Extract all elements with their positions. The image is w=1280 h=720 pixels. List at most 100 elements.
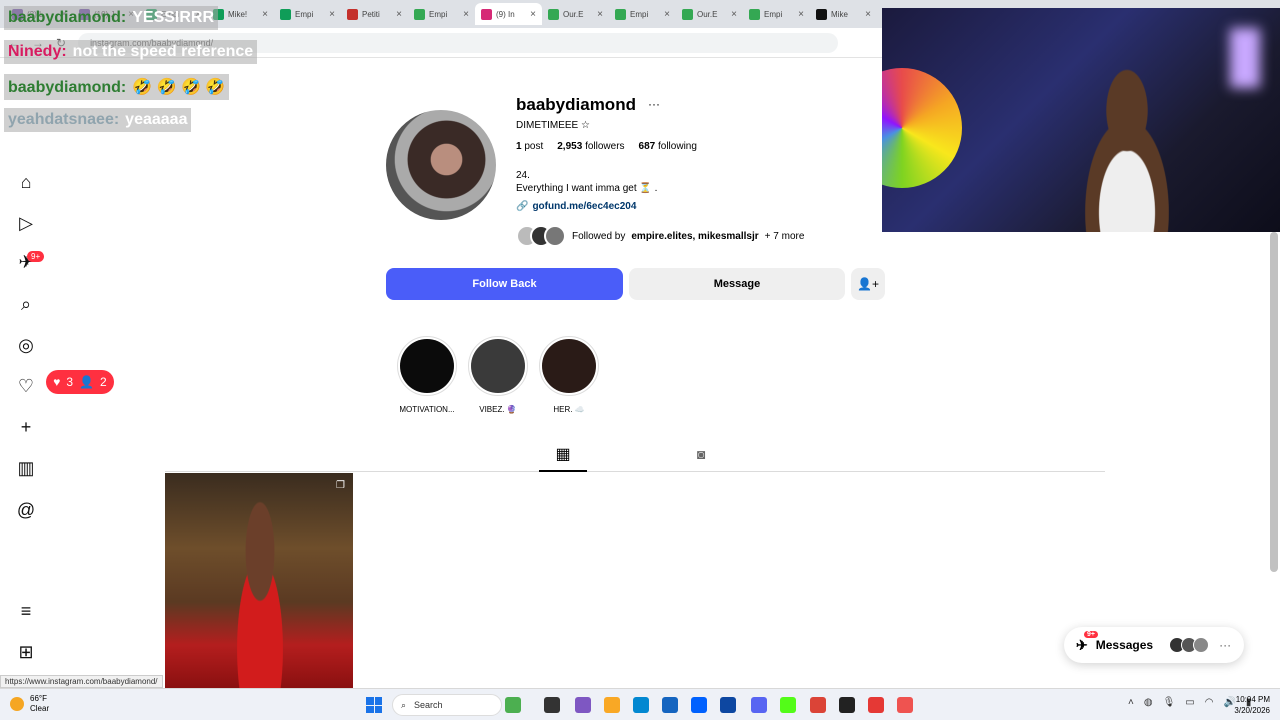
profile-full-name: DIMETIMEEE ☆ — [516, 120, 590, 131]
page-scrollbar[interactable] — [1270, 232, 1278, 572]
message-button[interactable]: Message — [629, 268, 845, 300]
kick-icon[interactable] — [780, 697, 796, 713]
bio-link-text[interactable]: gofund.me/6ec4ec204 — [532, 201, 636, 212]
also-from-meta-icon[interactable]: ⊞ — [14, 640, 38, 664]
activity-pill[interactable]: ♥ 3 👤 2 — [46, 370, 114, 394]
suggested-users-icon[interactable]: 👤+ — [851, 268, 885, 300]
discord-icon[interactable] — [751, 697, 767, 713]
chat-username: baabydiamond: — [8, 9, 127, 26]
close-icon[interactable]: × — [463, 9, 469, 20]
story-highlight[interactable]: HER. ☁️ — [534, 336, 604, 414]
browser-tab[interactable]: Empi × — [609, 3, 676, 25]
network-icon[interactable]: ◍ — [1144, 697, 1153, 708]
followed-by-prefix: Followed by — [572, 230, 626, 242]
tab-title: Petiti — [362, 9, 380, 19]
tab-favicon-icon — [749, 8, 760, 20]
store-icon[interactable] — [662, 697, 678, 713]
messages-label: Messages — [1095, 638, 1154, 652]
close-icon[interactable]: × — [329, 9, 335, 20]
tagged-icon[interactable]: ◙ — [697, 446, 705, 462]
mic-icon[interactable]: 🎙 — [1163, 697, 1176, 708]
post-thumbnail[interactable]: ❐ — [165, 473, 353, 688]
windows-taskbar: 66°F Clear ⌕ Search ˄ ◍ 🎙 ▭ ◠ 🔊 ▮ 10:04 … — [0, 688, 1280, 720]
create-plus-icon[interactable]: + — [14, 415, 38, 439]
stream-chat-overlay: baabydiamond: YESSIRRR Ninedy: not the spee… — [4, 6, 258, 142]
vscode-icon[interactable] — [720, 697, 736, 713]
windows-start-icon[interactable] — [366, 697, 382, 713]
copilot-icon[interactable] — [575, 697, 591, 713]
chat-username: Ninedy: — [8, 43, 67, 60]
chrome-profile-icon[interactable] — [897, 697, 913, 713]
chevron-up-icon[interactable]: ˄ — [1128, 697, 1134, 708]
story-highlight[interactable]: MOTIVATION... — [392, 336, 462, 414]
file-explorer-icon[interactable] — [604, 697, 620, 713]
messages-pill[interactable]: ✈ 9+ Messages ··· — [1064, 627, 1244, 663]
dashboard-icon[interactable]: ▥ — [14, 456, 38, 480]
browser-tab[interactable]: Petiti × — [341, 3, 408, 25]
followers-stat[interactable]: 2,953 followers — [557, 141, 624, 152]
tab-title: Our.E — [697, 9, 718, 19]
follow-back-button[interactable]: Follow Back — [386, 268, 623, 300]
menu-icon[interactable]: ≡ — [14, 599, 38, 623]
options-icon[interactable]: ··· — [648, 97, 660, 111]
tab-favicon-icon — [481, 8, 492, 20]
tab-favicon-icon — [615, 8, 626, 20]
post-image — [220, 493, 300, 688]
reels-icon[interactable]: ▷ — [14, 211, 38, 235]
close-icon[interactable]: × — [396, 9, 402, 20]
bio-link[interactable]: 🔗 gofund.me/6ec4ec204 — [516, 201, 636, 212]
obs-icon[interactable] — [839, 697, 855, 713]
streamer — [1062, 68, 1192, 232]
followed-by[interactable]: Followed by empire.elites, mikesmallsjr … — [516, 225, 804, 247]
browser-tab[interactable]: Mike × — [810, 3, 877, 25]
close-icon[interactable]: × — [262, 9, 268, 20]
edge-icon[interactable] — [633, 697, 649, 713]
close-icon[interactable]: × — [865, 9, 871, 20]
chrome-icon[interactable] — [810, 697, 826, 713]
profile-username: baabydiamond — [516, 95, 636, 114]
profile-avatar[interactable] — [386, 110, 496, 220]
close-icon[interactable]: × — [530, 9, 536, 20]
message-avatars — [1169, 637, 1210, 653]
home-icon[interactable]: ⌂ — [14, 170, 38, 194]
search-icon[interactable]: ⌕ — [14, 292, 38, 316]
tab-title: Empi — [764, 9, 783, 19]
dropbox-icon[interactable] — [691, 697, 707, 713]
close-icon[interactable]: × — [597, 9, 603, 20]
task-view-icon[interactable] — [544, 697, 560, 713]
link-status-bar: https://www.instagram.com/baabydiamond/ — [0, 675, 163, 688]
streamer-webcam — [882, 8, 1280, 232]
posts-stat: 1 post — [516, 141, 544, 152]
browser-tab[interactable]: Our.E × — [676, 3, 743, 25]
explore-icon[interactable]: ◎ — [14, 333, 38, 357]
browser-tab[interactable]: Our.E × — [542, 3, 609, 25]
browser-tab[interactable]: Empi × — [274, 3, 341, 25]
followed-by-more[interactable]: + 7 more — [765, 231, 805, 242]
followed-by-names[interactable]: empire.elites, mikesmallsjr — [631, 231, 758, 242]
following-stat[interactable]: 687 following — [639, 141, 697, 152]
wifi-icon[interactable]: ◠ — [1205, 697, 1214, 708]
clock-time: 10:04 PM — [1235, 695, 1270, 704]
taskbar-clock[interactable]: 10:04 PM 3/20/2026 — [1226, 694, 1270, 716]
browser-tab[interactable]: Empi × — [408, 3, 475, 25]
browser-tab[interactable]: (9) In × — [475, 3, 542, 25]
posts-grid-icon[interactable]: ▦ — [539, 444, 587, 472]
chat-message: yeahdatsnaee: yeaaaaa — [4, 108, 257, 142]
close-icon[interactable]: × — [731, 9, 737, 20]
weather-widget[interactable]: 66°F Clear — [10, 694, 49, 714]
browser-tab[interactable]: Empi × — [743, 3, 810, 25]
heart-icon[interactable]: ♡ — [14, 374, 38, 398]
close-icon[interactable]: × — [798, 9, 804, 20]
taskbar-search-label: Search — [414, 700, 443, 710]
close-icon[interactable]: × — [664, 9, 670, 20]
threads-icon[interactable]: @ — [14, 498, 38, 522]
display-icon[interactable]: ▭ — [1185, 697, 1194, 708]
highlight-label: MOTIVATION... — [399, 405, 455, 414]
taskbar-search[interactable]: ⌕ Search — [392, 694, 502, 716]
tab-favicon-icon — [548, 8, 559, 20]
story-highlight[interactable]: VIBEZ. 🔮 — [463, 336, 533, 414]
highlight-label: VIBEZ. 🔮 — [479, 405, 517, 414]
app-red-icon[interactable] — [868, 697, 884, 713]
highlight-cover — [539, 336, 599, 396]
widgets-icon[interactable] — [505, 697, 521, 713]
